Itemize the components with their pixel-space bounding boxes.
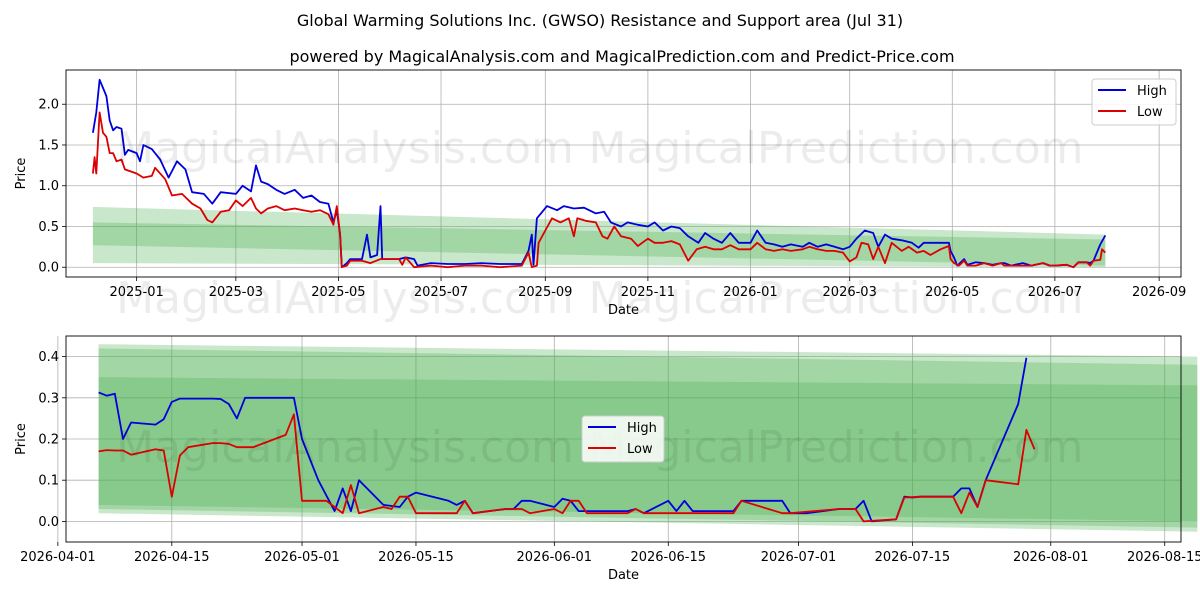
y-tick-label: 1.0 xyxy=(38,179,59,194)
x-tick-label: 2026-07-01 xyxy=(761,550,837,565)
x-tick-label: 2026-09 xyxy=(1132,285,1186,300)
y-tick-label: 2.0 xyxy=(38,98,59,113)
chart-title: Global Warming Solutions Inc. (GWSO) Res… xyxy=(297,11,903,30)
y-tick-label: 0.3 xyxy=(38,391,59,406)
legend-high-label: High xyxy=(627,421,657,436)
x-axis-label: Date xyxy=(608,568,639,583)
y-tick-label: 0.1 xyxy=(38,474,59,489)
legend-low-label: Low xyxy=(1137,105,1163,120)
y-axis-label: Price xyxy=(14,423,29,455)
watermark-prediction-mid: MagicalPrediction.com xyxy=(589,273,1084,324)
y-tick-label: 0.0 xyxy=(38,261,59,276)
x-tick-label: 2026-07-15 xyxy=(875,550,951,565)
x-tick-label: 2026-04-01 xyxy=(20,550,96,565)
x-tick-label: 2026-05-01 xyxy=(264,550,340,565)
chart-subtitle: powered by MagicalAnalysis.com and Magic… xyxy=(289,47,954,66)
watermark-analysis-top: MagicalAnalysis.com xyxy=(116,123,574,174)
x-tick-label: 2026-06-15 xyxy=(630,550,706,565)
y-axis-label: Price xyxy=(14,158,29,190)
watermark-analysis-bottom: MagicalAnalysis.com xyxy=(116,422,574,473)
legend-bottom: High Low xyxy=(581,415,665,463)
legend-high-label: High xyxy=(1137,84,1167,99)
legend-low-label: Low xyxy=(627,442,653,457)
y-tick-label: 0.5 xyxy=(38,220,59,235)
legend-top: High Low xyxy=(1091,78,1177,126)
chart-canvas: Global Warming Solutions Inc. (GWSO) Res… xyxy=(0,0,1200,600)
y-tick-label: 0.4 xyxy=(38,350,59,365)
y-tick-label: 1.5 xyxy=(38,138,59,153)
y-tick-label: 0.2 xyxy=(38,433,59,448)
x-tick-label: 2026-04-15 xyxy=(134,550,210,565)
watermark-analysis-mid: MagicalAnalysis.com xyxy=(116,273,574,324)
watermark-prediction-top: MagicalPrediction.com xyxy=(589,123,1084,174)
x-tick-label: 2026-08-01 xyxy=(1013,550,1089,565)
y-tick-label: 0.0 xyxy=(38,515,59,530)
x-tick-label: 2026-06-01 xyxy=(517,550,593,565)
x-tick-label: 2026-05-15 xyxy=(378,550,454,565)
x-tick-label: 2026-08-15 xyxy=(1127,550,1200,565)
